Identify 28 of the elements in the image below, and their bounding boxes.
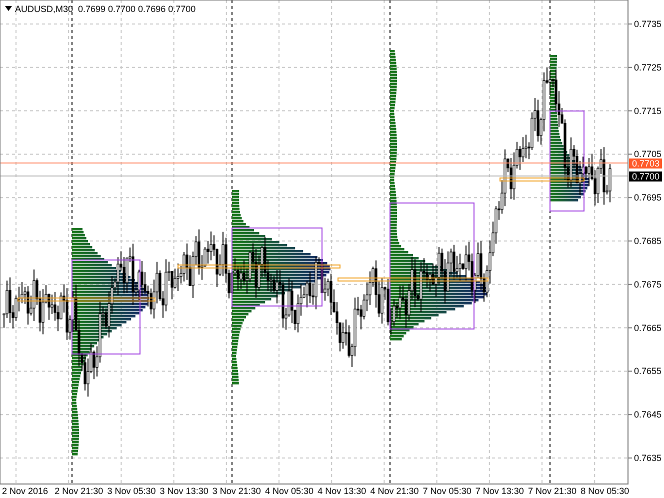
time-axis-label: 2 Nov 21:30 (54, 486, 104, 496)
time-axis-label: 7 Nov 05:30 (422, 486, 472, 496)
time-axis-label: 2 Nov 2016 (2, 486, 48, 496)
price-axis-label: 0.7665 (634, 322, 662, 333)
price-axis-label: 0.7675 (634, 279, 662, 290)
price-axis-label: 0.7695 (634, 192, 662, 203)
price-marker: 0.7700 (629, 172, 662, 182)
dropdown-triangle-icon[interactable] (5, 6, 12, 11)
time-axis-label: 4 Nov 21:30 (370, 486, 419, 496)
symbol-label: AUDUSD,M30 (15, 4, 74, 14)
time-axis-label: 4 Nov 05:30 (265, 486, 314, 496)
time-axis-label: 7 Nov 21:30 (528, 486, 577, 496)
time-axis-label: 7 Nov 13:30 (475, 486, 524, 496)
ohlc-values: 0.7699 0.7700 0.7696 0.7700 (78, 4, 196, 14)
time-axis-label: 3 Nov 05:30 (107, 486, 156, 496)
price-axis-label: 0.7705 (634, 149, 662, 160)
price-axis-label: 0.7655 (634, 366, 662, 376)
price-axis-label: 0.7685 (634, 236, 662, 246)
time-axis-label: 3 Nov 13:30 (160, 486, 208, 496)
time-axis-label: 4 Nov 13:30 (318, 486, 366, 496)
time-axis-label: 8 Nov 05:30 (580, 486, 630, 496)
price-axis-label: 0.7645 (634, 410, 662, 420)
price-axis-label: 0.7725 (634, 62, 662, 72)
price-axis-label: 0.7735 (634, 19, 662, 29)
price-marker: 0.7703 (629, 158, 662, 168)
price-axis-label: 0.7635 (634, 453, 662, 463)
time-axis-label: 3 Nov 21:30 (212, 486, 261, 496)
price-axis-label: 0.7715 (634, 106, 662, 116)
